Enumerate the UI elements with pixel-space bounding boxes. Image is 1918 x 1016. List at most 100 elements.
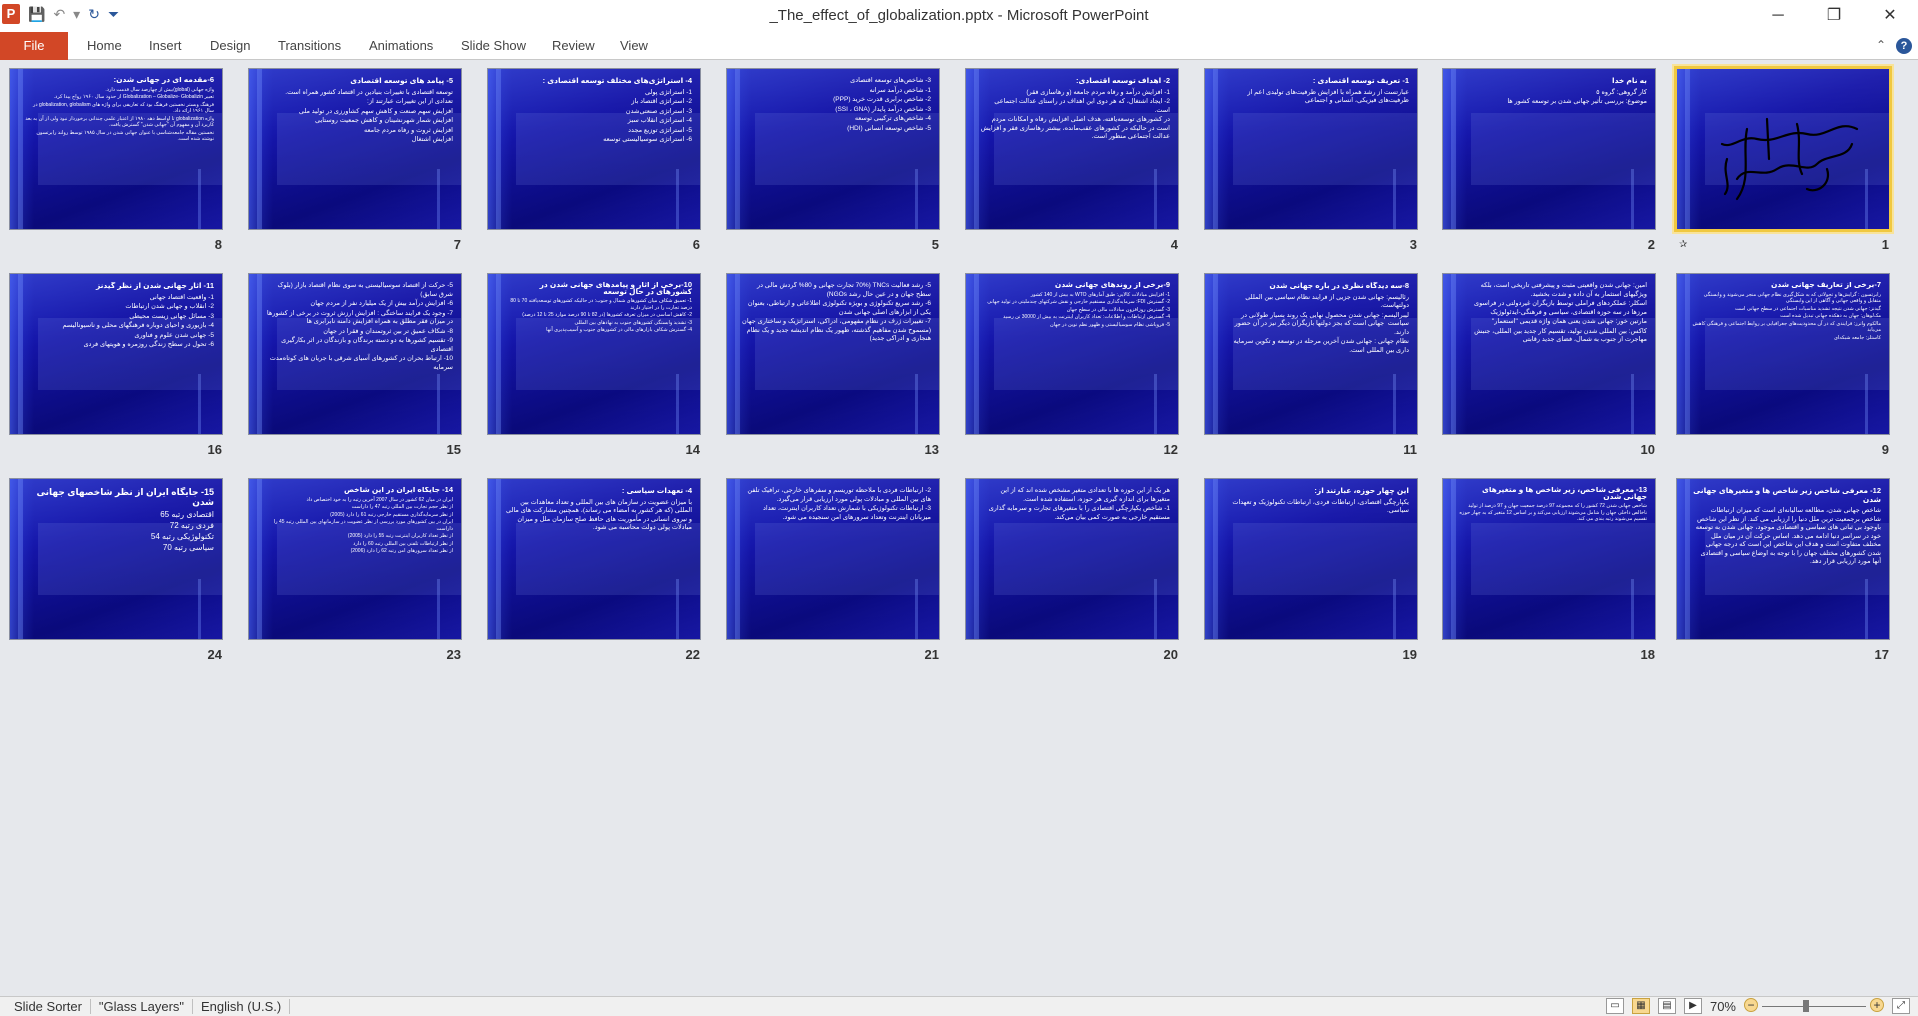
slide-bullet: 1- شاخص یکپارچگی اقتصادی را با متغیرهای … [988,505,1170,521]
tab-view[interactable]: View [620,32,648,60]
zoom-in-button[interactable]: + [1870,998,1884,1012]
slide-bullet: توسعه اقتصادی با تغییرات بنیادین در اقتص… [285,88,453,96]
slide-thumbnail-2[interactable]: به نام خدا کار گروهی: گروه ٥ موضوع: بررسی … [1443,69,1655,252]
zoom-track[interactable] [1762,1006,1866,1007]
slide-bullet: 6- استراتژی سوسیالیستی توسعه [603,136,692,143]
slide-thumbnail-18[interactable]: 13- معرفی شاخص، زیر شاخص ها و متغیرهای ج… [1443,479,1655,662]
slide-canvas[interactable]: 9-برخی از روندهای جهانی شدن 1- افزایش مبا… [966,274,1178,434]
slide-thumbnail-3[interactable]: 1- تعریف توسعه اقتصادی : عبارتست از رشد ه… [1205,69,1417,252]
slide-canvas[interactable] [1677,69,1889,229]
slide-background-bar [257,479,262,639]
tab-home[interactable]: Home [87,32,122,60]
slide-thumbnail-15[interactable]: 5- حرکت از اقتصاد سوسیالیستی به سوی نظام… [249,274,461,457]
slide-thumbnail-24[interactable]: 15- جایگاه ایران از نظر شاخصهای جهانی شد… [10,479,222,662]
slide-thumbnail-10[interactable]: امین: جهانی شدن واقعیتی مثبت و پیشرفتی ت… [1443,274,1655,457]
slide-thumbnail-8[interactable]: 6-مقدمه ای در جهانی شدن: واژه جهانی (glob… [10,69,222,252]
tab-insert[interactable]: Insert [149,32,182,60]
slide-thumbnail-20[interactable]: هر یک از این حوزه ها با تعدادی متغیر مشخ… [966,479,1178,662]
slide-canvas[interactable]: 8-سه دیدگاه نظری در باره جهانی شدن رئالیس… [1205,274,1417,434]
slide-bullet: لیبرالیسم: جهانی شدن محصول نهایی یک روند… [1234,311,1409,336]
slide-canvas[interactable]: 2- اهداف توسعه اقتصادی: 1- افزایش درآمد و… [966,69,1178,229]
slide-bullet: اقتصادی رتبه 65 [160,510,214,519]
slide-bullet: 6- افزایش درآمد بیش از یک میلیارد نفر از… [310,300,453,307]
slide-number: 22 [685,647,700,662]
slide-thumbnail-12[interactable]: 9-برخی از روندهای جهانی شدن 1- افزایش مبا… [966,274,1178,457]
tab-animations[interactable]: Animations [369,32,433,60]
slide-sorter-view-button[interactable]: ▦ [1631,998,1650,1014]
help-icon[interactable]: ? [1896,38,1912,54]
slide-bullet: 5- استراتژی توزیع مجدد [628,126,692,134]
slide-background-bar [1685,479,1690,639]
slide-canvas[interactable]: 2- ارتباطات فردی با ملاحظه توریسم و سفره… [727,479,939,639]
status-theme-name[interactable]: "Glass Layers" [91,999,194,1014]
tab-review[interactable]: Review [552,32,595,60]
reading-view-button[interactable]: ▤ [1657,998,1676,1014]
slide-background-bar [257,69,262,229]
title-bar: P 💾 ↶ ▾ ↻ ⏷ _The_effect_of_globalization… [0,0,1918,32]
slide-thumbnail-14[interactable]: 10-برخی از آثار و پیامدهای جهانی شدن در … [488,274,700,457]
slide-thumbnail-17[interactable]: 12- معرفی شاخص زیر شاخص ها و متغیرهای جه… [1677,479,1889,662]
slide-thumbnail-22[interactable]: 4- تعهدات سیاسی : با میزان عضویت در سازما… [488,479,700,662]
zoom-level[interactable]: 70% [1710,999,1736,1014]
slide-bullet: 2- ارتباطات فردی با ملاحظه توریسم و سفره… [747,487,931,503]
slide-canvas[interactable]: 5- پیامد های توسعه اقتصادی توسعه اقتصادی … [249,69,461,229]
close-button[interactable]: ✕ [1862,0,1918,32]
slide-canvas[interactable]: هر یک از این حوزه ها با تعدادی متغیر مشخ… [966,479,1178,639]
zoom-out-button[interactable]: − [1744,998,1758,1012]
slide-canvas[interactable]: این چهار حوزه، عبارتند از: یکپارچگی اقتصا… [1205,479,1417,639]
slide-bullet: 9- تقسیم کشورها به دو دسته برندگان و باز… [281,337,453,353]
maximize-button[interactable]: ❐ [1806,0,1862,32]
slide-thumbnail-9[interactable]: 7-برخی از تعاریف جهانی شدن رابرتسون : گرا… [1677,274,1889,457]
slide-sorter-pane[interactable]: ✰ 1 به نام خدا کار گروهی: گروه ٥ موضوع: بررس… [0,61,1918,996]
slide-bullet: ایران در بین کشورهای مورد بررسی از نظر ع… [273,519,453,532]
slide-thumbnail-19[interactable]: این چهار حوزه، عبارتند از: یکپارچگی اقتصا… [1205,479,1417,662]
slide-canvas[interactable]: 5- رشد فعالیت TNCs (70% تجارت جهانی و 80… [727,274,939,434]
fit-to-window-button[interactable]: ⤢ [1892,998,1910,1014]
slide-canvas[interactable]: 12- معرفی شاخص زیر شاخص ها و متغیرهای جه… [1677,479,1889,639]
slide-canvas[interactable]: 4- تعهدات سیاسی : با میزان عضویت در سازما… [488,479,700,639]
slide-canvas[interactable]: امین: جهانی شدن واقعیتی مثبت و پیشرفتی ت… [1443,274,1655,434]
status-language[interactable]: English (U.S.) [193,999,291,1014]
slide-thumbnail-5[interactable]: 3- شاخص‌های توسعه اقتصادی 1- شاخص درآمد س… [727,69,939,252]
minimize-button[interactable]: ─ [1750,0,1806,32]
slide-canvas[interactable]: 7-برخی از تعاریف جهانی شدن رابرتسون : گرا… [1677,274,1889,434]
normal-view-button[interactable]: ▭ [1605,998,1624,1014]
slideshow-view-button[interactable]: ▶ [1683,998,1702,1014]
slide-thumbnail-4[interactable]: 2- اهداف توسعه اقتصادی: 1- افزایش درآمد و… [966,69,1178,252]
slide-thumbnail-13[interactable]: 5- رشد فعالیت TNCs (70% تجارت جهانی و 80… [727,274,939,457]
slide-thumbnail-7[interactable]: 5- پیامد های توسعه اقتصادی توسعه اقتصادی … [249,69,461,252]
slide-canvas[interactable]: 5- حرکت از اقتصاد سوسیالیستی به سوی نظام… [249,274,461,434]
slide-background-bar [735,479,740,639]
slide-thumbnail-11[interactable]: 8-سه دیدگاه نظری در باره جهانی شدن رئالیس… [1205,274,1417,457]
slide-thumbnail-23[interactable]: 14- جایگاه ایران در این شاخص ایران در میا… [249,479,461,662]
zoom-thumb[interactable] [1802,1000,1809,1012]
slide-bullet: 1- تعمیق شکاف میان کشورهای شمال و جنوب: … [510,298,692,311]
slide-bullet: از نظر حجم تجارت بین المللی رتبه 47 را د… [351,504,453,510]
slide-canvas[interactable]: 14- جایگاه ایران در این شاخص ایران در میا… [249,479,461,639]
slide-background-bar [496,479,501,639]
slide-number: 6 [692,237,700,252]
slide-text-body: این چهار حوزه، عبارتند از: یکپارچگی اقتصا… [1219,487,1409,631]
slide-canvas[interactable]: به نام خدا کار گروهی: گروه ٥ موضوع: بررسی … [1443,69,1655,229]
slide-canvas[interactable]: 13- معرفی شاخص، زیر شاخص ها و متغیرهای ج… [1443,479,1655,639]
tab-transitions[interactable]: Transitions [278,32,341,60]
tab-file[interactable]: File [0,32,68,60]
slide-thumbnail-1[interactable]: ✰ 1 [1677,69,1889,252]
slide-canvas[interactable]: 15- جایگاه ایران از نظر شاخصهای جهانی شد… [10,479,222,639]
slide-canvas[interactable]: 1- تعریف توسعه اقتصادی : عبارتست از رشد ه… [1205,69,1417,229]
slide-canvas[interactable]: 3- شاخص‌های توسعه اقتصادی 1- شاخص درآمد س… [727,69,939,229]
slide-canvas[interactable]: 11- آثار جهانی شدن از نظر گیدنز 1- واقعیت… [10,274,222,434]
zoom-slider[interactable]: − + [1744,998,1884,1014]
minimize-ribbon-icon[interactable]: ⌃ [1876,38,1886,54]
slide-canvas[interactable]: 6-مقدمه ای در جهانی شدن: واژه جهانی (glob… [10,69,222,229]
tab-design[interactable]: Design [210,32,250,60]
slide-thumbnail-21[interactable]: 2- ارتباطات فردی با ملاحظه توریسم و سفره… [727,479,939,662]
tab-slide-show[interactable]: Slide Show [461,32,526,60]
status-bar: Slide Sorter "Glass Layers" English (U.S… [0,996,1918,1016]
slide-canvas[interactable]: 4- استراتژی‌های مختلف توسعه اقتصادی : 1- … [488,69,700,229]
slide-bullet: فردی رتبه 72 [169,521,214,530]
slide-thumbnail-16[interactable]: 11- آثار جهانی شدن از نظر گیدنز 1- واقعیت… [10,274,222,457]
slide-canvas[interactable]: 10-برخی از آثار و پیامدهای جهانی شدن در … [488,274,700,434]
slide-text-body: امین: جهانی شدن واقعیتی مثبت و پیشرفتی ت… [1457,282,1647,426]
slide-thumbnail-6[interactable]: 4- استراتژی‌های مختلف توسعه اقتصادی : 1- … [488,69,700,252]
